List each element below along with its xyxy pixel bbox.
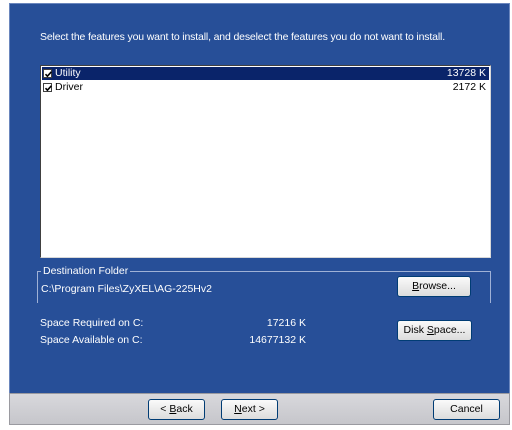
feature-name: Driver	[55, 81, 83, 93]
checkmark-icon	[44, 71, 52, 78]
feature-item-utility[interactable]: Utility 13728 K	[42, 67, 489, 80]
browse-button[interactable]: Browse...	[397, 276, 471, 297]
space-available-value: 14677132 K	[249, 334, 306, 346]
disk-space-button[interactable]: Disk Space...	[397, 320, 472, 341]
back-button[interactable]: < Back	[148, 399, 205, 420]
feature-size: 13728 K	[446, 67, 486, 79]
feature-name: Utility	[55, 67, 81, 79]
cancel-button[interactable]: Cancel	[433, 399, 500, 420]
destination-folder-label: Destination Folder	[41, 265, 131, 277]
instructions-text: Select the features you want to install,…	[40, 31, 445, 43]
destination-path: C:\Program Files\ZyXEL\AG-225Hv2	[41, 283, 212, 295]
next-button[interactable]: Next >	[221, 399, 278, 420]
features-list[interactable]: Utility 13728 K Driver 2172 K	[40, 65, 491, 258]
space-required-value: 17216 K	[266, 317, 306, 329]
installer-window: Select the features you want to install,…	[0, 0, 512, 430]
space-required-label: Space Required on C:	[40, 317, 144, 329]
space-available-label: Space Available on C:	[40, 334, 143, 346]
driver-checkbox[interactable]	[43, 83, 52, 92]
feature-size: 2172 K	[452, 81, 486, 93]
feature-item-driver[interactable]: Driver 2172 K	[42, 81, 489, 94]
checkmark-icon	[44, 85, 52, 92]
utility-checkbox[interactable]	[43, 69, 52, 78]
